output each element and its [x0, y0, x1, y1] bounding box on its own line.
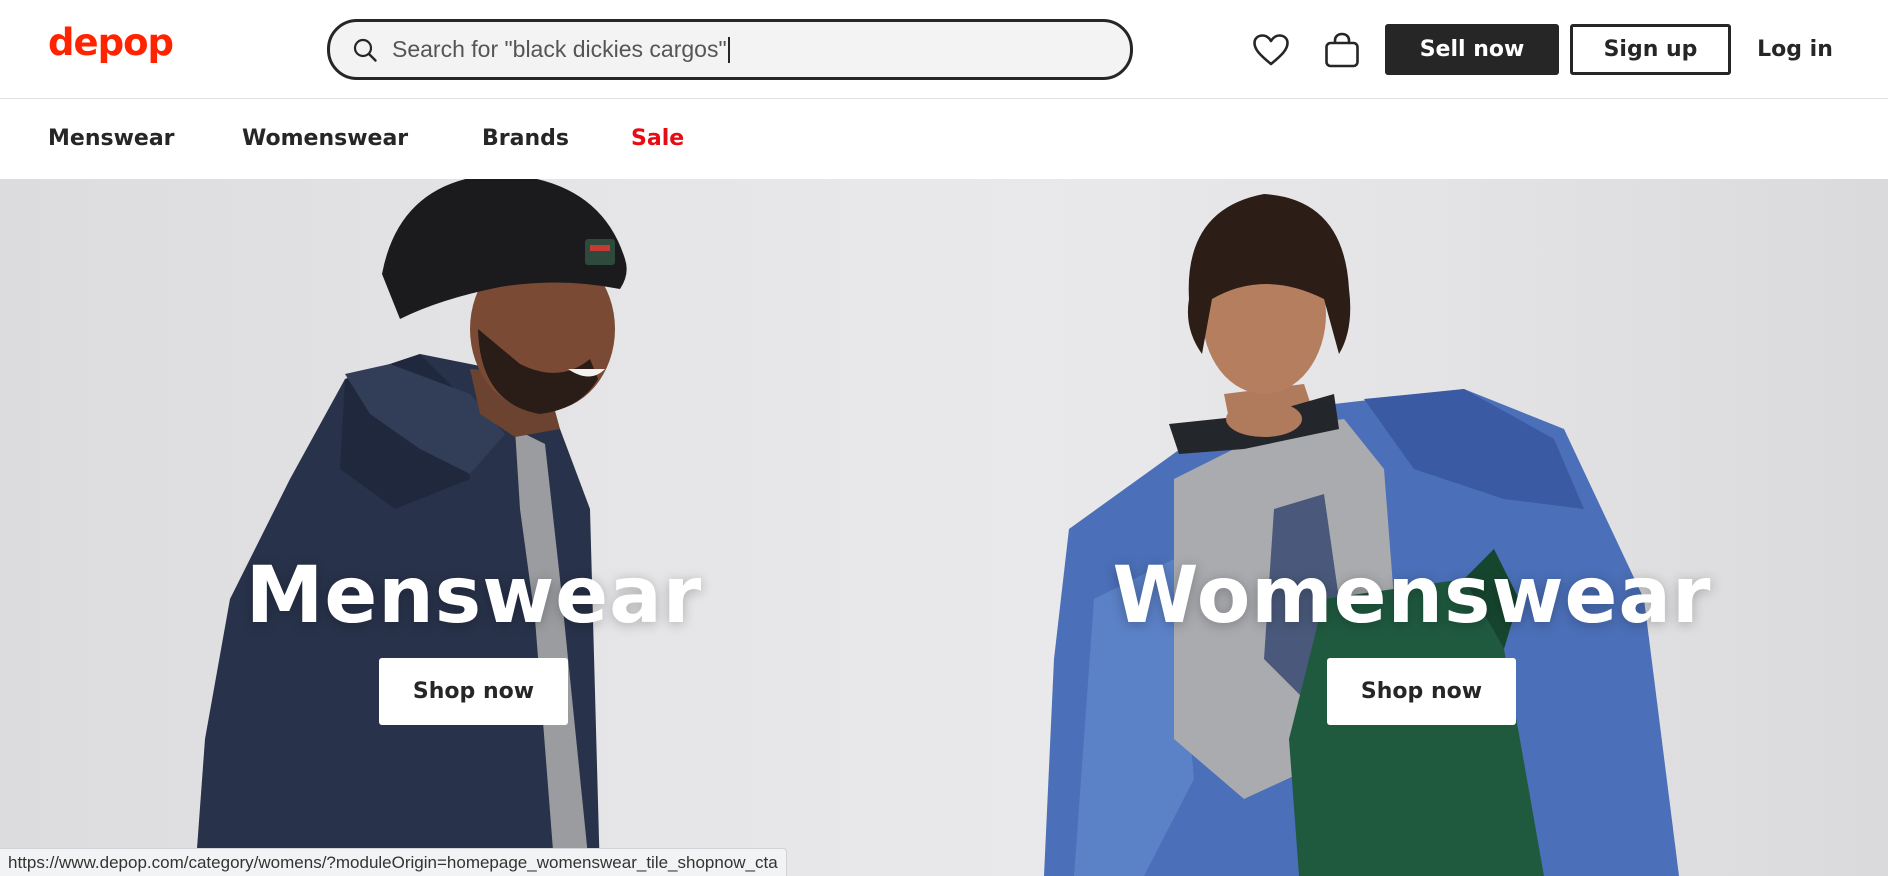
menswear-tile[interactable]: Menswear Shop now — [0, 179, 944, 876]
shopping-bag-icon — [1325, 32, 1359, 68]
sell-now-button[interactable]: Sell now — [1385, 24, 1559, 75]
wishlist-button[interactable] — [1249, 28, 1293, 72]
womenswear-model-image — [1044, 194, 1679, 876]
nav-item-womenswear[interactable]: Womenswear — [242, 124, 408, 154]
heart-icon — [1253, 34, 1289, 66]
category-nav: Menswear Womenswear Brands Sale — [0, 100, 1888, 179]
hero-banner: Menswear Shop now Womenswear Shop now — [0, 179, 1888, 876]
menswear-shop-now-button[interactable]: Shop now — [379, 658, 568, 725]
womenswear-tile[interactable]: Womenswear Shop now — [944, 179, 1888, 876]
nav-item-sale[interactable]: Sale — [631, 124, 684, 154]
search-input-text: Search for "black dickies cargos" — [392, 36, 727, 62]
search-icon — [353, 38, 377, 62]
menswear-model-image — [195, 179, 627, 876]
text-caret — [727, 36, 730, 63]
sign-up-button[interactable]: Sign up — [1570, 24, 1731, 75]
nav-item-menswear[interactable]: Menswear — [48, 124, 175, 154]
bag-button[interactable] — [1320, 28, 1364, 72]
search-input[interactable]: Search for "black dickies cargos" — [392, 36, 1092, 63]
site-header: depop Search for "black dickies cargos" … — [0, 0, 1888, 99]
depop-logo[interactable]: depop — [48, 24, 174, 61]
womenswear-shop-now-button[interactable]: Shop now — [1327, 658, 1516, 725]
link-status-bar: https://www.depop.com/category/womens/?m… — [0, 848, 787, 876]
womenswear-title: Womenswear — [1112, 551, 1712, 641]
nav-item-brands[interactable]: Brands — [482, 124, 569, 154]
log-in-button[interactable]: Log in — [1745, 24, 1845, 75]
search-bar[interactable]: Search for "black dickies cargos" — [327, 19, 1133, 80]
